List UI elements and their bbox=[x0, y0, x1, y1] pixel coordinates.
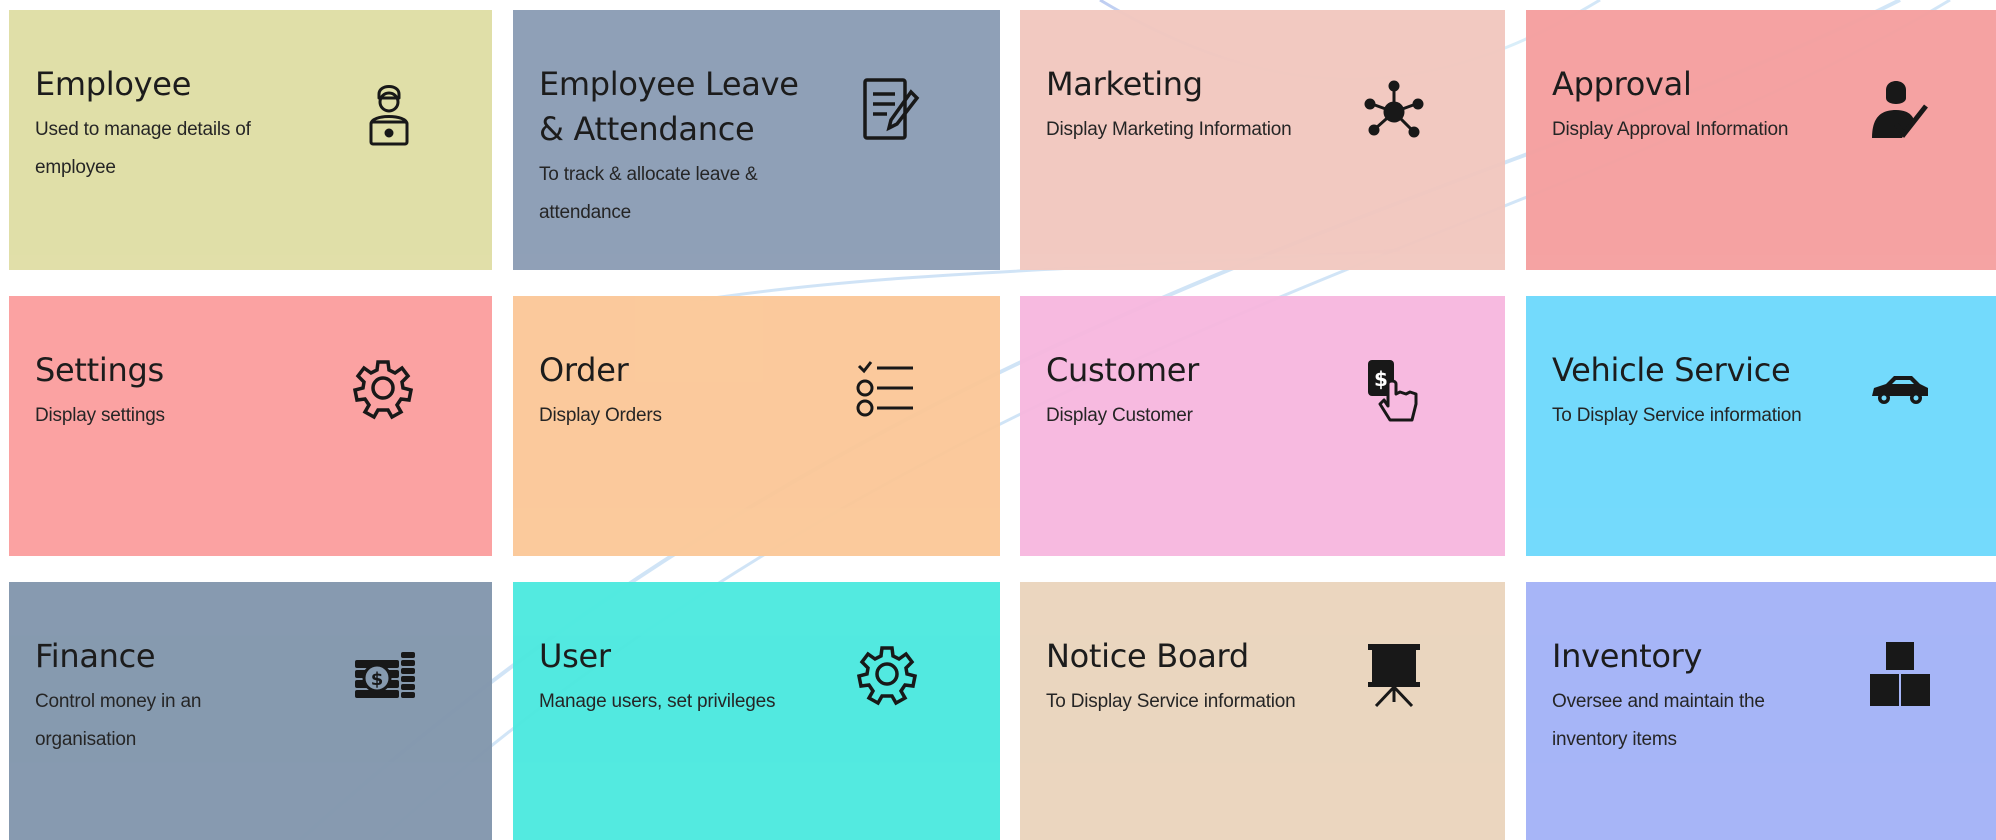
gear-icon bbox=[351, 352, 415, 424]
document-edit-icon bbox=[857, 74, 921, 146]
card-description: Display settings bbox=[35, 405, 165, 426]
card-description: To track & allocate leave & attendance bbox=[539, 164, 758, 223]
module-card-customer[interactable]: Customer Display Customer $ bbox=[1020, 296, 1505, 556]
module-card-marketing[interactable]: Marketing Display Marketing Information bbox=[1020, 10, 1505, 270]
card-title: Notice Board bbox=[1046, 637, 1249, 675]
card-title: Order bbox=[539, 351, 629, 389]
card-description: Control money in an organisation bbox=[35, 691, 202, 750]
gear-icon bbox=[855, 638, 919, 710]
svg-text:$: $ bbox=[371, 669, 384, 690]
card-description: Display Approval Information bbox=[1552, 119, 1789, 140]
card-description: To Display Service information bbox=[1552, 405, 1802, 426]
hand-tap-dollar-icon: $ bbox=[1360, 354, 1424, 426]
card-title: Approval bbox=[1552, 65, 1692, 103]
boxes-icon bbox=[1868, 638, 1932, 710]
card-title: Customer bbox=[1046, 351, 1200, 389]
checklist-icon bbox=[855, 352, 919, 424]
card-title: Finance bbox=[35, 637, 156, 675]
card-title: Settings bbox=[35, 351, 164, 389]
card-title: Employee Leave & Attendance bbox=[539, 65, 799, 148]
svg-text:$: $ bbox=[1374, 367, 1388, 391]
card-description: Oversee and maintain the inventory items bbox=[1552, 691, 1765, 750]
presentation-board-icon bbox=[1362, 638, 1426, 710]
card-description: Display Orders bbox=[539, 405, 662, 426]
card-description: Used to manage details of employee bbox=[35, 119, 251, 178]
employee-laptop-icon bbox=[357, 78, 421, 150]
card-title: User bbox=[539, 637, 611, 675]
car-icon bbox=[1868, 352, 1932, 424]
card-description: To Display Service information bbox=[1046, 691, 1296, 712]
card-title: Marketing bbox=[1046, 65, 1203, 103]
card-description: Manage users, set privileges bbox=[539, 691, 776, 712]
network-hub-icon bbox=[1362, 76, 1426, 148]
module-card-finance[interactable]: Finance Control money in an organisation… bbox=[9, 582, 492, 840]
module-card-employee[interactable]: Employee Used to manage details of emplo… bbox=[9, 10, 492, 270]
money-coins-icon: $ bbox=[353, 638, 417, 710]
module-card-user[interactable]: User Manage users, set privileges bbox=[513, 582, 1000, 840]
module-card-approval[interactable]: Approval Display Approval Information bbox=[1526, 10, 1996, 270]
card-title: Vehicle Service bbox=[1552, 351, 1791, 389]
card-title: Employee bbox=[35, 65, 192, 103]
module-card-inventory[interactable]: Inventory Oversee and maintain the inven… bbox=[1526, 582, 1996, 840]
module-card-vehicle-service[interactable]: Vehicle Service To Display Service infor… bbox=[1526, 296, 1996, 556]
module-card-settings[interactable]: Settings Display settings bbox=[9, 296, 492, 556]
module-card-employee-leave-attendance[interactable]: Employee Leave & Attendance To track & a… bbox=[513, 10, 1000, 270]
module-card-notice-board[interactable]: Notice Board To Display Service informat… bbox=[1020, 582, 1505, 840]
card-title: Inventory bbox=[1552, 637, 1703, 675]
card-description: Display Customer bbox=[1046, 405, 1193, 426]
module-card-order[interactable]: Order Display Orders bbox=[513, 296, 1000, 556]
user-check-icon bbox=[1866, 76, 1930, 148]
card-description: Display Marketing Information bbox=[1046, 119, 1292, 140]
module-grid: Employee Used to manage details of emplo… bbox=[0, 0, 1996, 840]
